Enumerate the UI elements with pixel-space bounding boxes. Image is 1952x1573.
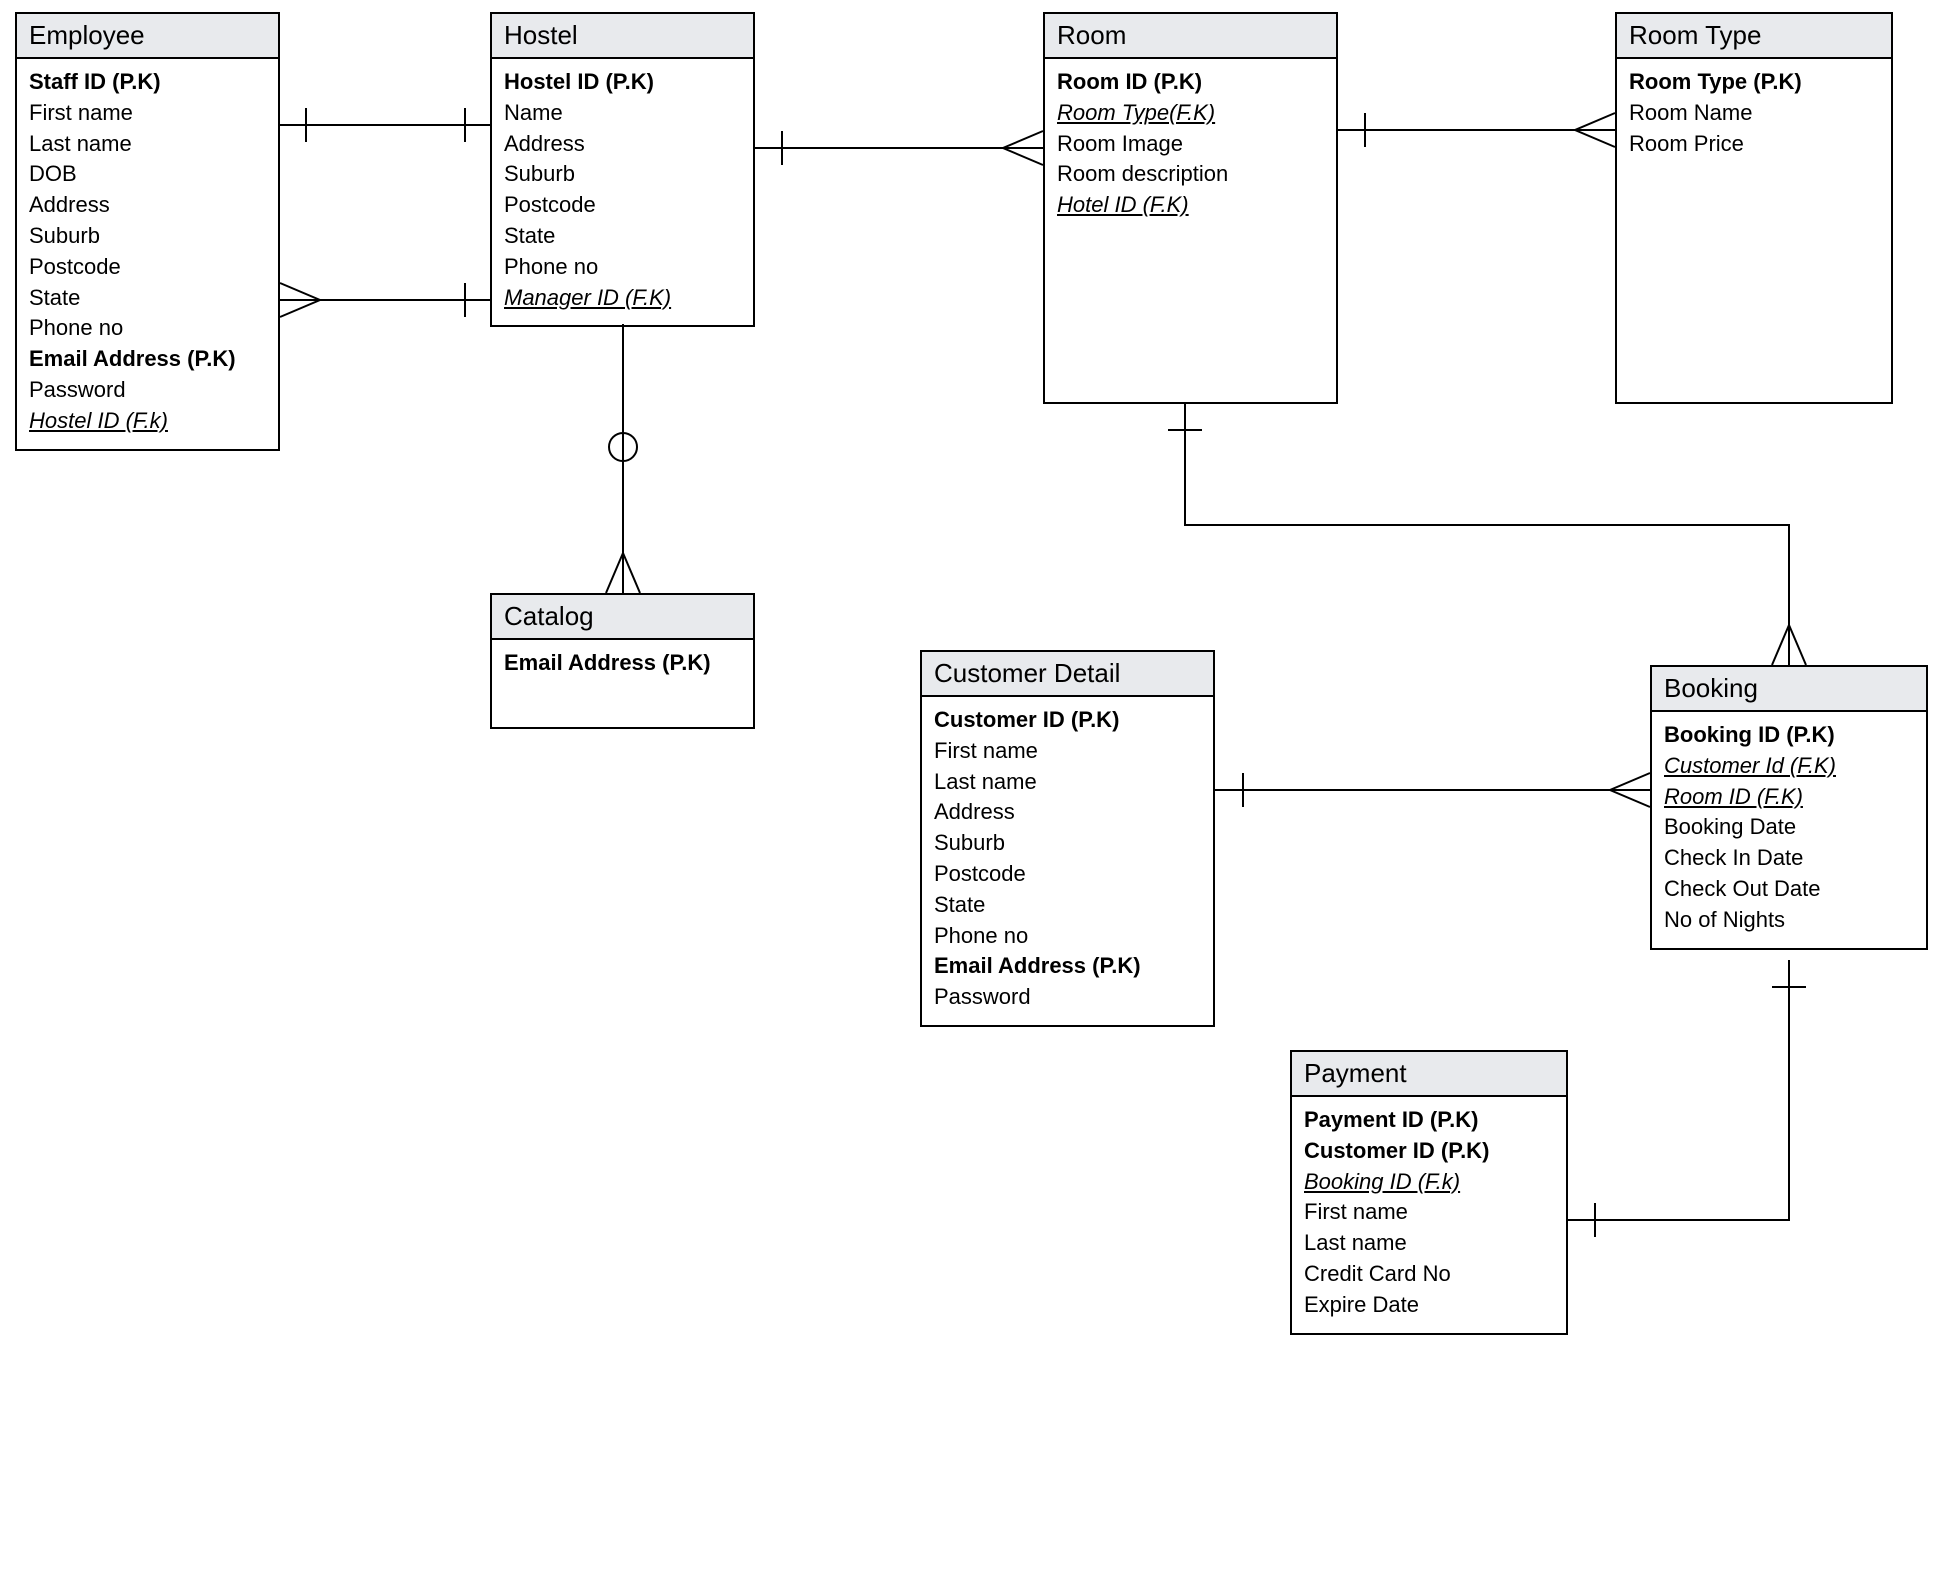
attribute: Email Address (P.K) — [934, 951, 1201, 982]
entity-title: Payment — [1292, 1052, 1566, 1097]
attribute: Last name — [29, 129, 266, 160]
entity-hostel: Hostel Hostel ID (P.K)NameAddressSuburbP… — [490, 12, 755, 327]
attribute: Expire Date — [1304, 1290, 1554, 1321]
entity-title: Employee — [17, 14, 278, 59]
attribute: Booking ID (P.K) — [1664, 720, 1914, 751]
attribute: Email Address (P.K) — [29, 344, 266, 375]
attribute: First name — [1304, 1197, 1554, 1228]
entity-title: Hostel — [492, 14, 753, 59]
entity-roomtype: Room Type Room Type (P.K)Room NameRoom P… — [1615, 12, 1893, 404]
attribute: Check In Date — [1664, 843, 1914, 874]
attribute: First name — [934, 736, 1201, 767]
attribute: Suburb — [504, 159, 741, 190]
attribute: Room Name — [1629, 98, 1879, 129]
entity-body: Payment ID (P.K)Customer ID (P.K)Booking… — [1292, 1097, 1566, 1333]
entity-body: Booking ID (P.K)Customer Id (F.K)Room ID… — [1652, 712, 1926, 948]
entity-body: Room Type (P.K)Room NameRoom Price — [1617, 59, 1891, 171]
entity-title: Catalog — [492, 595, 753, 640]
attribute: Suburb — [29, 221, 266, 252]
attribute: Room ID (P.K) — [1057, 67, 1324, 98]
attribute: Check Out Date — [1664, 874, 1914, 905]
attribute: Last name — [1304, 1228, 1554, 1259]
attribute: First name — [29, 98, 266, 129]
attribute: Phone no — [934, 921, 1201, 952]
attribute: Customer Id (F.K) — [1664, 751, 1914, 782]
entity-body: Customer ID (P.K)First nameLast nameAddr… — [922, 697, 1213, 1025]
attribute: No of Nights — [1664, 905, 1914, 936]
attribute: Room Type (P.K) — [1629, 67, 1879, 98]
entity-catalog: Catalog Email Address (P.K) — [490, 593, 755, 729]
attribute: Phone no — [29, 313, 266, 344]
attribute: Password — [29, 375, 266, 406]
attribute: Booking ID (F.k) — [1304, 1167, 1554, 1198]
attribute: Password — [934, 982, 1201, 1013]
attribute: Payment ID (P.K) — [1304, 1105, 1554, 1136]
attribute: Address — [504, 129, 741, 160]
attribute: Suburb — [934, 828, 1201, 859]
attribute: Manager ID (F.K) — [504, 283, 741, 314]
entity-body: Staff ID (P.K)First nameLast nameDOBAddr… — [17, 59, 278, 449]
attribute: DOB — [29, 159, 266, 190]
attribute: State — [504, 221, 741, 252]
entity-booking: Booking Booking ID (P.K)Customer Id (F.K… — [1650, 665, 1928, 950]
entity-customer: Customer Detail Customer ID (P.K)First n… — [920, 650, 1215, 1027]
attribute: Room ID (F.K) — [1664, 782, 1914, 813]
attribute: Booking Date — [1664, 812, 1914, 843]
attribute: Hostel ID (P.K) — [504, 67, 741, 98]
entity-body: Room ID (P.K)Room Type(F.K)Room ImageRoo… — [1045, 59, 1336, 233]
attribute: Last name — [934, 767, 1201, 798]
attribute: Staff ID (P.K) — [29, 67, 266, 98]
entity-title: Room Type — [1617, 14, 1891, 59]
attribute: Hostel ID (F.k) — [29, 406, 266, 437]
attribute: State — [29, 283, 266, 314]
entity-title: Customer Detail — [922, 652, 1213, 697]
attribute: State — [934, 890, 1201, 921]
entity-payment: Payment Payment ID (P.K)Customer ID (P.K… — [1290, 1050, 1568, 1335]
attribute: Email Address (P.K) — [504, 648, 741, 679]
attribute: Postcode — [29, 252, 266, 283]
attribute: Room Price — [1629, 129, 1879, 160]
attribute: Room Type(F.K) — [1057, 98, 1324, 129]
entity-body: Hostel ID (P.K)NameAddressSuburbPostcode… — [492, 59, 753, 325]
attribute: Postcode — [504, 190, 741, 221]
entity-title: Room — [1045, 14, 1336, 59]
attribute: Address — [29, 190, 266, 221]
attribute: Hotel ID (F.K) — [1057, 190, 1324, 221]
entity-employee: Employee Staff ID (P.K)First nameLast na… — [15, 12, 280, 451]
attribute: Postcode — [934, 859, 1201, 890]
entity-body: Email Address (P.K) — [492, 640, 753, 691]
attribute: Customer ID (P.K) — [934, 705, 1201, 736]
entity-room: Room Room ID (P.K)Room Type(F.K)Room Ima… — [1043, 12, 1338, 404]
attribute: Phone no — [504, 252, 741, 283]
attribute: Room Image — [1057, 129, 1324, 160]
attribute: Name — [504, 98, 741, 129]
entity-title: Booking — [1652, 667, 1926, 712]
attribute: Address — [934, 797, 1201, 828]
attribute: Credit Card No — [1304, 1259, 1554, 1290]
attribute: Customer ID (P.K) — [1304, 1136, 1554, 1167]
attribute: Room description — [1057, 159, 1324, 190]
